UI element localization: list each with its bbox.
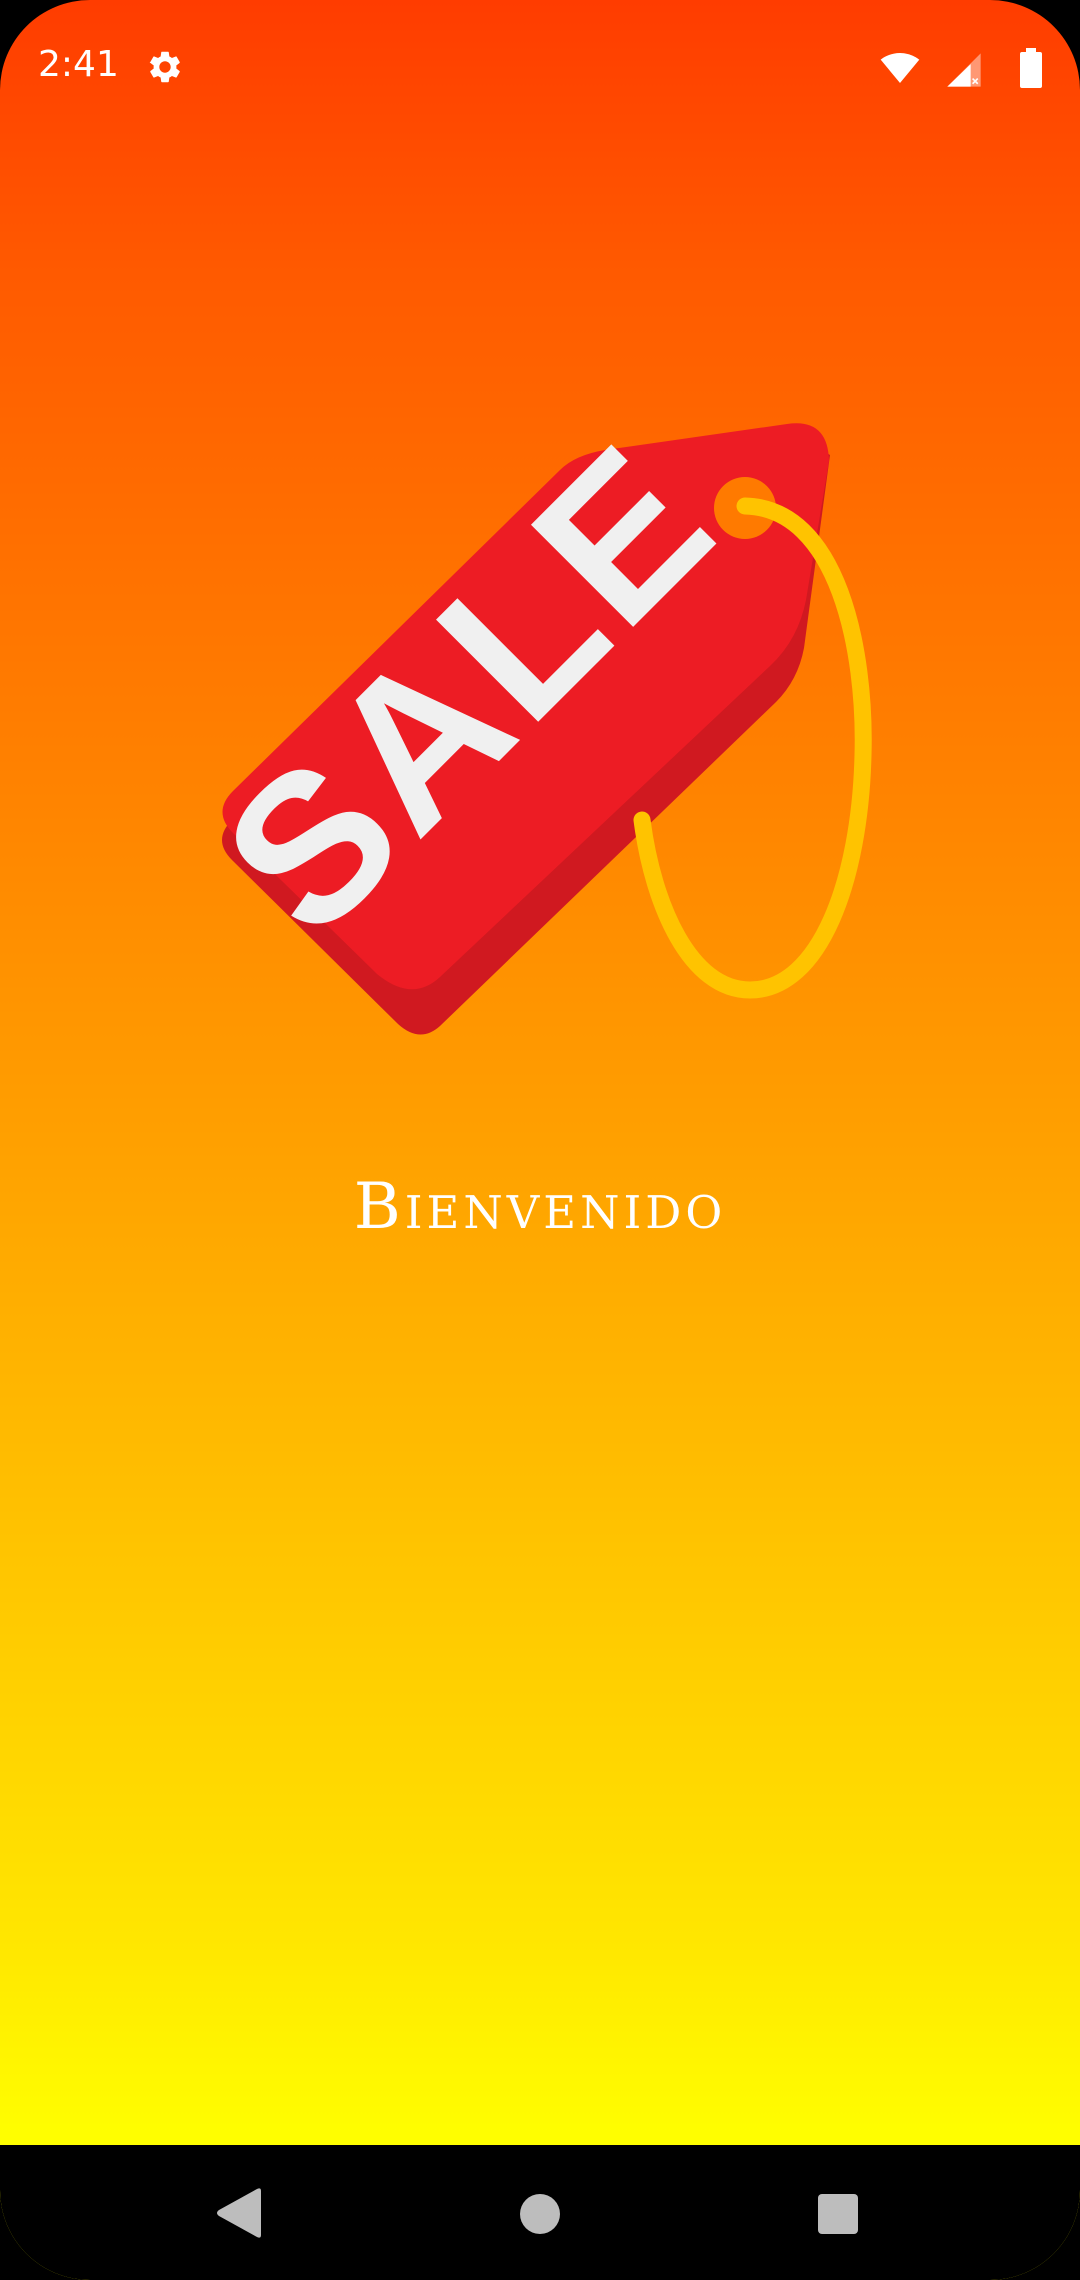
sale-tag-icon: SALE bbox=[200, 400, 872, 1035]
status-time: 2:41 bbox=[38, 44, 119, 85]
battery-icon bbox=[1020, 48, 1042, 88]
gear-icon bbox=[149, 51, 180, 83]
welcome-title: Bienvenido bbox=[353, 1170, 727, 1244]
home-icon[interactable] bbox=[519, 2193, 561, 2235]
status-bar: 2:41 bbox=[0, 0, 1080, 135]
back-icon[interactable] bbox=[215, 2187, 265, 2239]
navigation-bar bbox=[0, 2145, 1080, 2280]
recents-icon[interactable] bbox=[817, 2193, 859, 2235]
sale-tag: SALE bbox=[200, 400, 872, 1035]
wifi-icon bbox=[880, 53, 920, 83]
splash-screen: 2:41 SALE Bienvenido bbox=[0, 0, 1080, 2280]
cell-signal-icon bbox=[947, 53, 981, 87]
